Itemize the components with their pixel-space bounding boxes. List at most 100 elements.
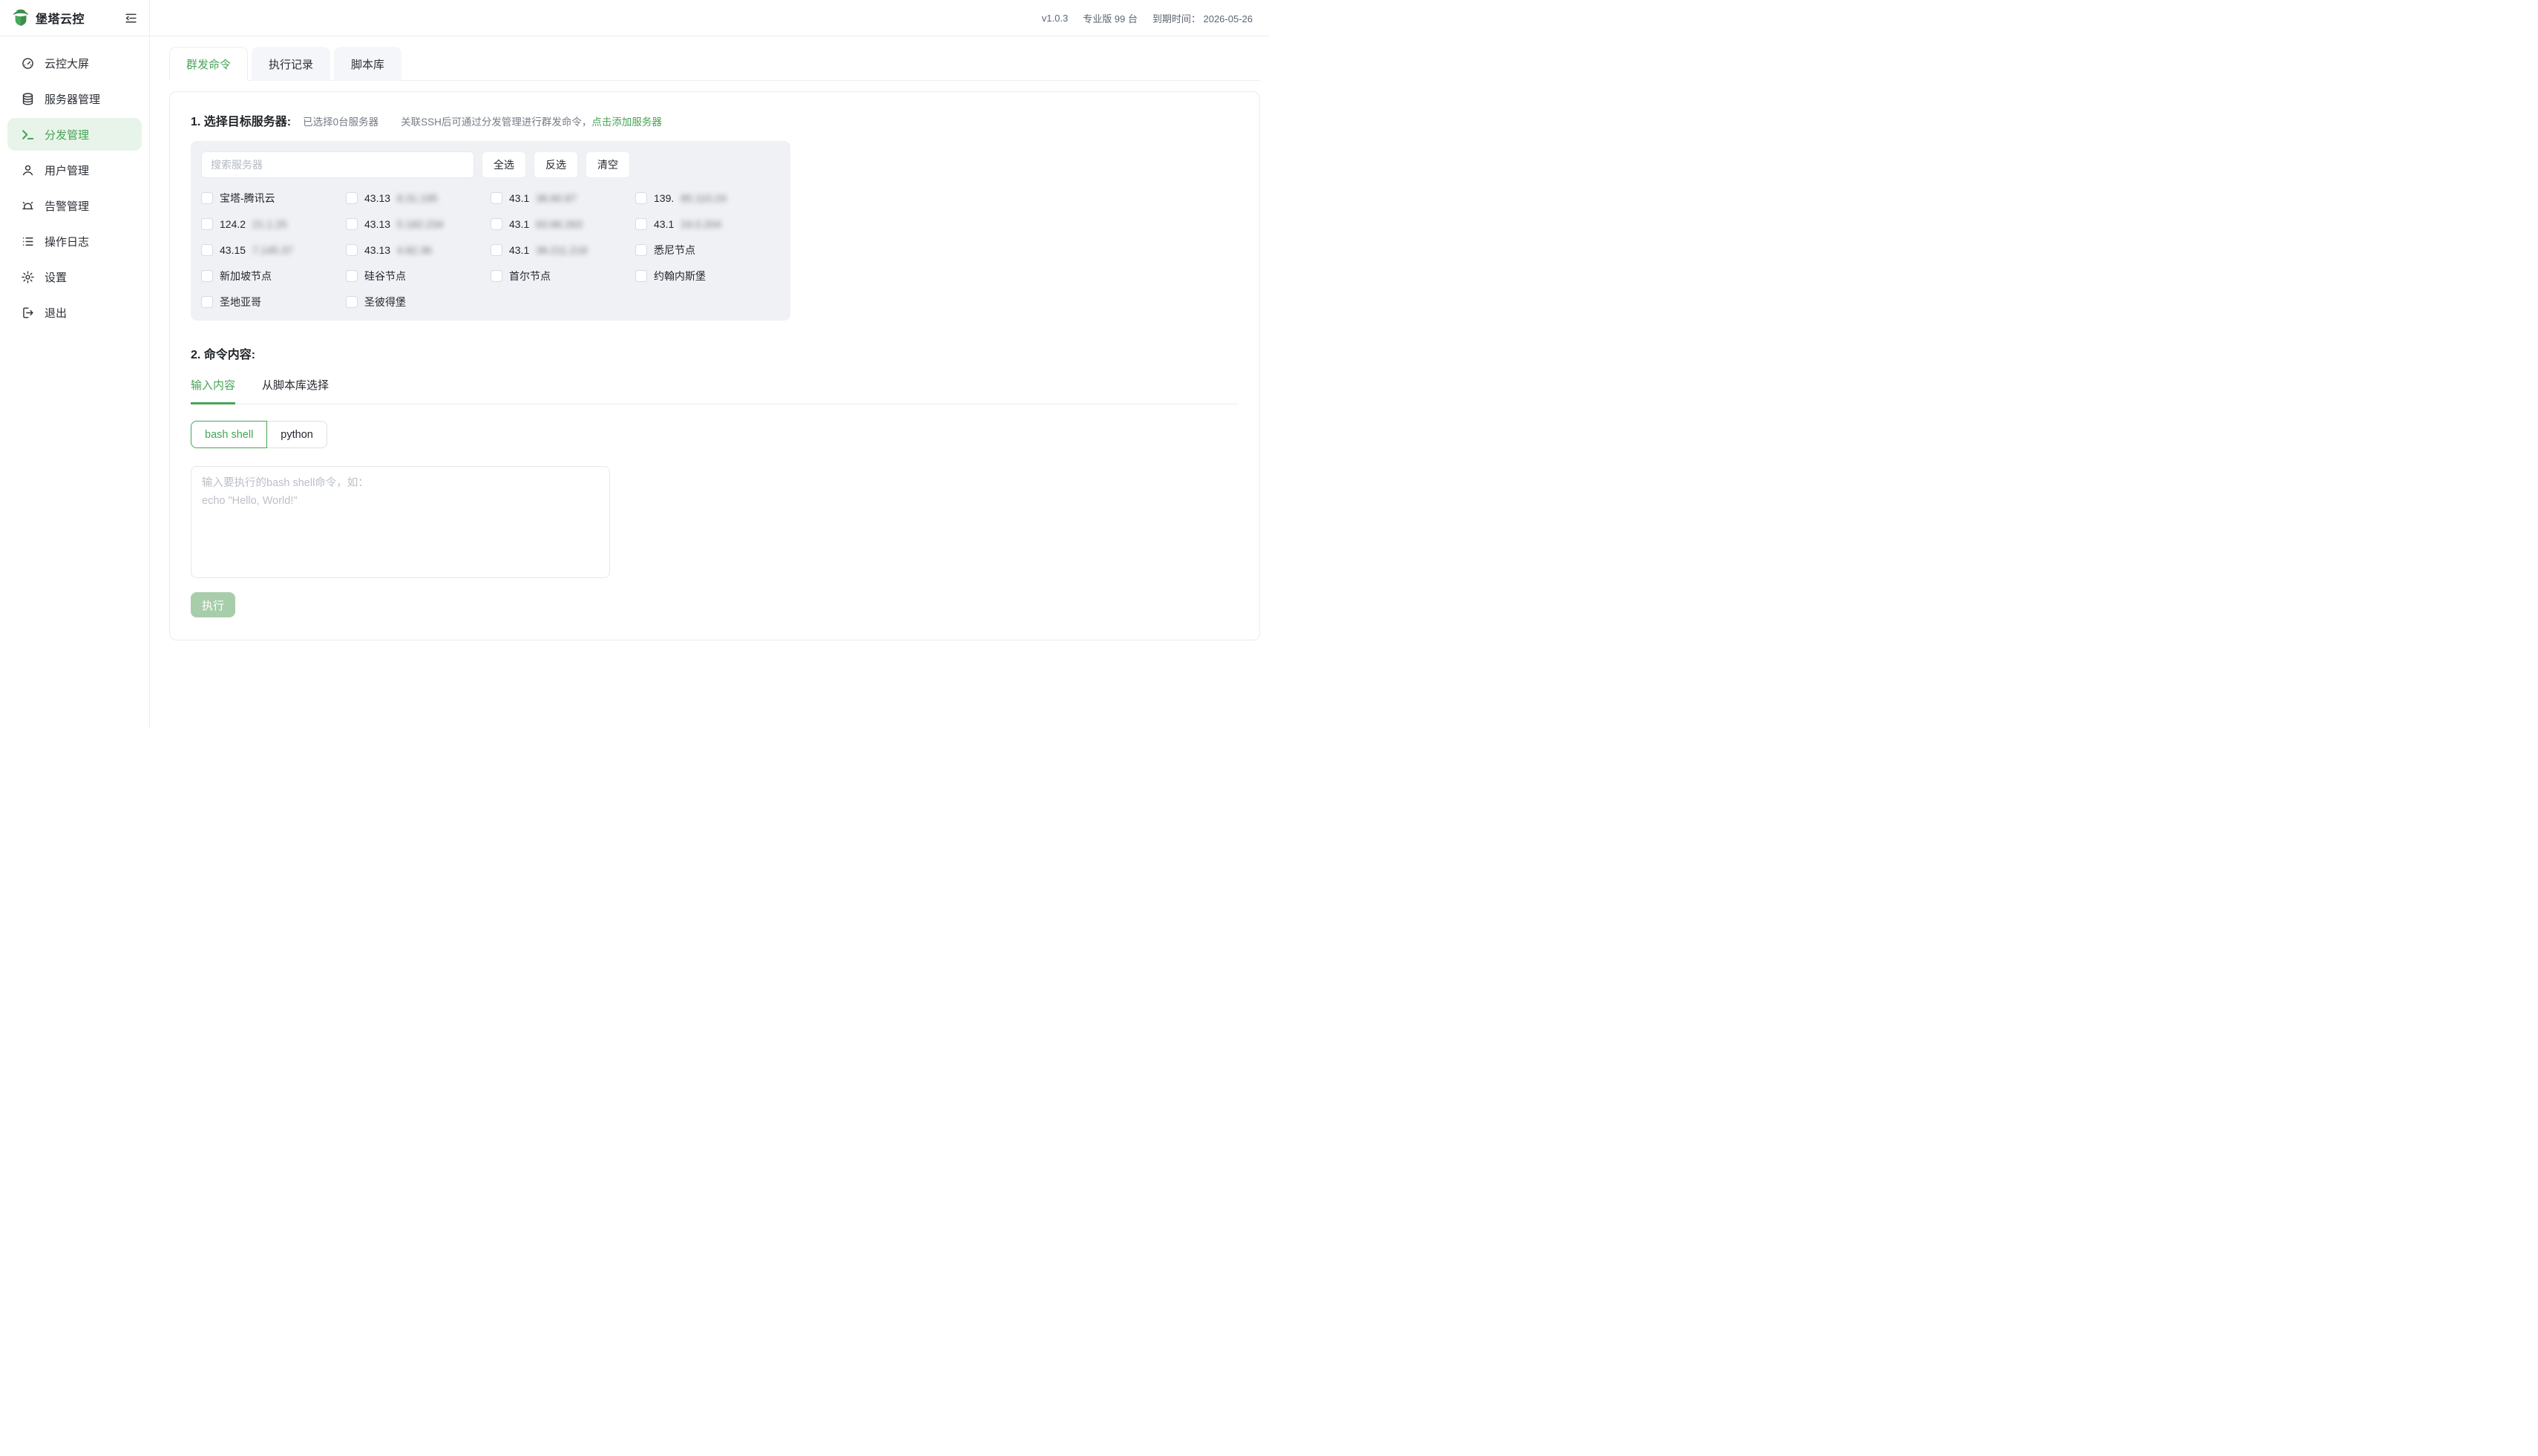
sidebar-item-5[interactable]: 告警管理 [7, 189, 142, 222]
server-label-redacted: 8.31.195 [397, 192, 438, 204]
server-label-redacted: 38.60.87 [536, 192, 577, 204]
server-label-redacted: 63.66.263 [536, 218, 582, 230]
server-label: 圣地亚哥 [220, 295, 261, 309]
server-checkbox-item[interactable]: 首尔节点 [491, 268, 635, 284]
command-textarea[interactable] [191, 466, 610, 578]
server-label: 宝塔-腾讯云 [220, 191, 275, 206]
server-checkbox-item[interactable]: 圣地亚哥 [201, 294, 346, 310]
tabstrip: 群发命令执行记录脚本库 [169, 46, 1260, 81]
server-label-redacted: 24.0.204 [681, 218, 721, 230]
server-label: 约翰内斯堡 [654, 269, 706, 283]
server-checkbox-item[interactable]: 43.163.66.263 [491, 216, 635, 232]
server-select-panel: 全选反选清空 宝塔-腾讯云43.138.31.19543.138.60.8713… [191, 141, 790, 321]
server-checkbox-item[interactable]: 124.221.1.25 [201, 216, 346, 232]
checkbox[interactable] [346, 296, 358, 308]
selection-action-button-1[interactable]: 全选 [482, 151, 526, 178]
expiry-label: 到期时间： 2026-05-26 [1152, 11, 1253, 25]
checkbox[interactable] [491, 244, 502, 256]
server-label-redacted: 21.1.25 [252, 218, 287, 230]
command-section-title: 2. 命令内容: [191, 349, 255, 361]
topbar: v1.0.3 专业版 99 台 到期时间： 2026-05-26 [150, 0, 1269, 36]
execute-button[interactable]: 执行 [191, 592, 235, 617]
server-checkbox-item[interactable]: 43.138.211.218 [491, 242, 635, 258]
server-label: 43.13 [364, 192, 390, 204]
sidebar-item-8[interactable]: 退出 [7, 296, 142, 329]
server-checkbox-item[interactable]: 悉尼节点 [635, 242, 780, 258]
server-checkbox-item[interactable]: 圣彼得堡 [346, 294, 491, 310]
server-checkbox-item[interactable]: 43.13 8.31.195 [346, 190, 491, 206]
server-label: 139. [654, 192, 674, 204]
server-grid: 宝塔-腾讯云43.138.31.19543.138.60.87139.85.11… [201, 190, 780, 310]
command-subtabs: 输入内容从脚本库选择 [191, 377, 1239, 404]
sidebar-item-label: 分发管理 [45, 127, 89, 142]
server-search-input[interactable] [201, 151, 474, 178]
server-checkbox-item[interactable]: 43.135.182.234 [346, 216, 491, 232]
server-checkbox-item[interactable]: 43.138.60.87 [491, 190, 635, 206]
server-checkbox-item[interactable]: 43.1 24.0.204 [635, 216, 780, 232]
checkbox[interactable] [346, 244, 358, 256]
command-subtab-1[interactable]: 输入内容 [191, 377, 235, 404]
server-label: 43.1 [654, 218, 674, 230]
command-section: 2. 命令内容: 输入内容从脚本库选择 bash shellpython 执行 [191, 344, 1239, 617]
dashboard-icon [21, 56, 35, 70]
command-subtab-2[interactable]: 从脚本库选择 [262, 377, 329, 404]
sidebar-item-1[interactable]: 云控大屏 [7, 47, 142, 79]
sidebar-item-label: 云控大屏 [45, 56, 89, 71]
server-checkbox-item[interactable]: 43.157.145.37 [201, 242, 346, 258]
language-button-1[interactable]: bash shell [191, 421, 267, 448]
server-label-redacted: 7.145.37 [252, 244, 293, 256]
server-checkbox-item[interactable]: 新加坡节点 [201, 268, 346, 284]
servers-icon [21, 92, 35, 106]
checkbox[interactable] [635, 270, 647, 282]
version-label: v1.0.3 [1042, 13, 1068, 24]
shield-pagoda-logo-icon [12, 9, 30, 27]
checkbox[interactable] [201, 192, 213, 204]
checkbox[interactable] [635, 192, 647, 204]
checkbox[interactable] [491, 270, 502, 282]
sidebar-item-4[interactable]: 用户管理 [7, 154, 142, 186]
checkbox[interactable] [491, 192, 502, 204]
checkbox[interactable] [201, 270, 213, 282]
sidebar-item-6[interactable]: 操作日志 [7, 225, 142, 258]
tab-2[interactable]: 执行记录 [252, 47, 330, 81]
logout-icon [21, 306, 35, 320]
server-checkbox-item[interactable]: 约翰内斯堡 [635, 268, 780, 284]
server-label: 43.13 [364, 218, 390, 230]
checkbox[interactable] [346, 192, 358, 204]
sidebar-item-2[interactable]: 服务器管理 [7, 82, 142, 115]
checkbox[interactable] [201, 218, 213, 230]
sidebar-item-7[interactable]: 设置 [7, 260, 142, 293]
tab-3[interactable]: 脚本库 [334, 47, 401, 81]
selection-action-button-2[interactable]: 反选 [534, 151, 578, 178]
sidebar-item-label: 设置 [45, 269, 67, 285]
checkbox[interactable] [201, 244, 213, 256]
server-checkbox-item[interactable]: 硅谷节点 [346, 268, 491, 284]
server-checkbox-item[interactable]: 139.85.110.24 [635, 190, 780, 206]
sidebar-item-label: 告警管理 [45, 198, 89, 214]
server-label-redacted: 38.211.218 [536, 244, 587, 256]
server-label: 圣彼得堡 [364, 295, 406, 309]
server-label: 悉尼节点 [654, 243, 695, 258]
server-label: 新加坡节点 [220, 269, 272, 283]
add-server-link[interactable]: 点击添加服务器 [591, 117, 662, 128]
alarm-icon [21, 199, 35, 213]
checkbox[interactable] [346, 270, 358, 282]
tab-1[interactable]: 群发命令 [169, 47, 248, 81]
gear-icon [21, 270, 35, 284]
server-label: 43.13 [364, 244, 390, 256]
server-checkbox-item[interactable]: 宝塔-腾讯云 [201, 190, 346, 206]
server-label-redacted: 4.82.36 [397, 244, 432, 256]
checkbox[interactable] [201, 296, 213, 308]
edition-label: 专业版 99 台 [1083, 11, 1138, 25]
selection-action-button-3[interactable]: 清空 [586, 151, 630, 178]
sidebar-item-label: 退出 [45, 305, 67, 321]
server-search-row: 全选反选清空 [201, 151, 780, 178]
collapse-sidebar-icon[interactable] [122, 10, 139, 26]
checkbox[interactable] [635, 218, 647, 230]
checkbox[interactable] [346, 218, 358, 230]
sidebar-item-3[interactable]: 分发管理 [7, 118, 142, 151]
checkbox[interactable] [491, 218, 502, 230]
server-checkbox-item[interactable]: 43.13 4.82.36 [346, 242, 491, 258]
language-button-2[interactable]: python [267, 421, 327, 448]
checkbox[interactable] [635, 244, 647, 256]
